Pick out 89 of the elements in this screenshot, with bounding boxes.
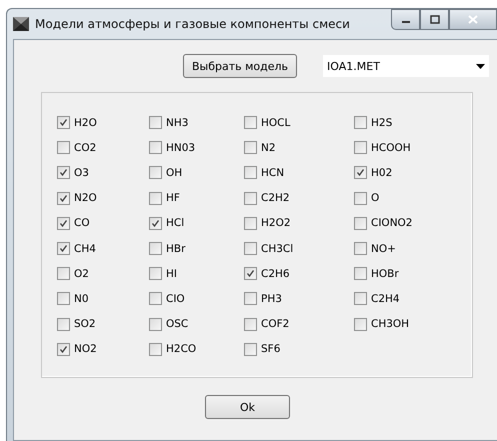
checkbox[interactable] xyxy=(149,342,162,356)
gas-label: PH3 xyxy=(261,292,282,305)
checkbox[interactable] xyxy=(354,141,367,154)
gas-label: O3 xyxy=(74,166,89,179)
gas-label: C2H2 xyxy=(261,192,290,204)
checkbox[interactable] xyxy=(244,342,257,356)
checkbox[interactable] xyxy=(57,116,70,130)
checkbox[interactable] xyxy=(149,192,162,205)
checkbox[interactable] xyxy=(149,318,162,331)
checkbox[interactable] xyxy=(57,242,70,256)
checkbox[interactable] xyxy=(57,292,70,306)
ok-button[interactable]: Ok xyxy=(205,395,290,419)
checkbox[interactable] xyxy=(149,242,162,256)
gas-label: CO xyxy=(74,217,90,230)
gas-label: CH3OH xyxy=(371,318,410,330)
gas-label: H2S xyxy=(371,116,392,129)
checkbox[interactable] xyxy=(57,216,70,230)
app-icon xyxy=(13,17,29,31)
checkbox[interactable] xyxy=(354,242,367,256)
checkbox[interactable] xyxy=(354,318,367,331)
checkbox[interactable] xyxy=(57,267,70,280)
gas-label: HOCL xyxy=(261,116,290,129)
gas-label: CIONO2 xyxy=(371,217,412,230)
checkbox[interactable] xyxy=(244,192,257,205)
checkbox[interactable] xyxy=(149,166,162,180)
checkbox[interactable] xyxy=(149,267,162,280)
gas-label: HBr xyxy=(166,242,186,255)
checkbox[interactable] xyxy=(244,141,257,154)
checkbox[interactable] xyxy=(354,292,367,306)
checkbox[interactable] xyxy=(354,192,367,205)
gas-label: N2O xyxy=(74,192,97,204)
checkbox[interactable] xyxy=(149,292,162,306)
gas-label: OH xyxy=(166,166,182,179)
gas-label: HCl xyxy=(166,217,184,230)
checkbox[interactable] xyxy=(149,141,162,154)
gas-label: NO2 xyxy=(74,343,97,356)
checkbox[interactable] xyxy=(149,216,162,230)
checkbox[interactable] xyxy=(354,216,367,230)
gas-label: CIO xyxy=(166,292,185,305)
checkbox[interactable] xyxy=(57,166,70,180)
gas-label: C2H4 xyxy=(371,292,400,305)
checkbox[interactable] xyxy=(244,292,257,306)
model-dropdown[interactable]: IOA1.MET xyxy=(323,55,490,77)
gas-label: NO+ xyxy=(371,242,396,255)
checkbox[interactable] xyxy=(244,216,257,230)
checkbox[interactable] xyxy=(57,342,70,356)
checkbox[interactable] xyxy=(149,116,162,130)
checkbox[interactable] xyxy=(244,318,257,331)
choose-model-button[interactable]: Выбрать модель xyxy=(183,54,298,78)
checkbox[interactable] xyxy=(354,166,367,180)
checkbox[interactable] xyxy=(57,318,70,331)
gas-label: CH3Cl xyxy=(261,242,294,255)
gas-label: H02 xyxy=(371,166,392,179)
checkbox[interactable] xyxy=(244,116,257,130)
gas-label: CH4 xyxy=(74,242,96,255)
gas-label: CO2 xyxy=(74,142,96,154)
checkbox[interactable] xyxy=(57,141,70,154)
minimize-button[interactable] xyxy=(391,9,420,30)
gas-label: H2O xyxy=(74,116,97,129)
gas-label: O xyxy=(371,192,380,204)
checkbox[interactable] xyxy=(354,267,367,280)
checkbox[interactable] xyxy=(244,242,257,256)
gas-label: H2CO xyxy=(166,343,196,356)
gas-label: HCOOH xyxy=(371,142,411,154)
close-button[interactable] xyxy=(449,9,497,30)
gas-label: HN03 xyxy=(166,142,196,154)
gas-label: N0 xyxy=(74,292,89,305)
maximize-icon xyxy=(430,15,440,24)
maximize-button[interactable] xyxy=(420,9,449,30)
gas-label: H2O2 xyxy=(261,217,291,230)
gas-label: O2 xyxy=(74,268,89,280)
gas-label: HCN xyxy=(261,166,284,179)
gas-label: HOBr xyxy=(371,268,399,280)
gas-label: NH3 xyxy=(166,116,188,129)
window-title: Модели атмосферы и газовые компоненты смеси xyxy=(35,17,350,31)
checkbox[interactable] xyxy=(244,267,257,280)
gas-label: N2 xyxy=(261,142,276,154)
checkbox[interactable] xyxy=(57,192,70,205)
gas-label: COF2 xyxy=(261,318,290,330)
gas-label: HF xyxy=(166,192,180,204)
checkbox[interactable] xyxy=(244,166,257,180)
gas-label: HI xyxy=(166,268,177,280)
checkbox[interactable] xyxy=(354,116,367,130)
close-icon xyxy=(468,15,478,24)
gas-label: OSC xyxy=(166,318,188,330)
gas-label: SF6 xyxy=(261,343,280,356)
gas-label: SO2 xyxy=(74,318,96,330)
gas-label: C2H6 xyxy=(261,268,290,280)
caret-icon xyxy=(476,64,486,68)
